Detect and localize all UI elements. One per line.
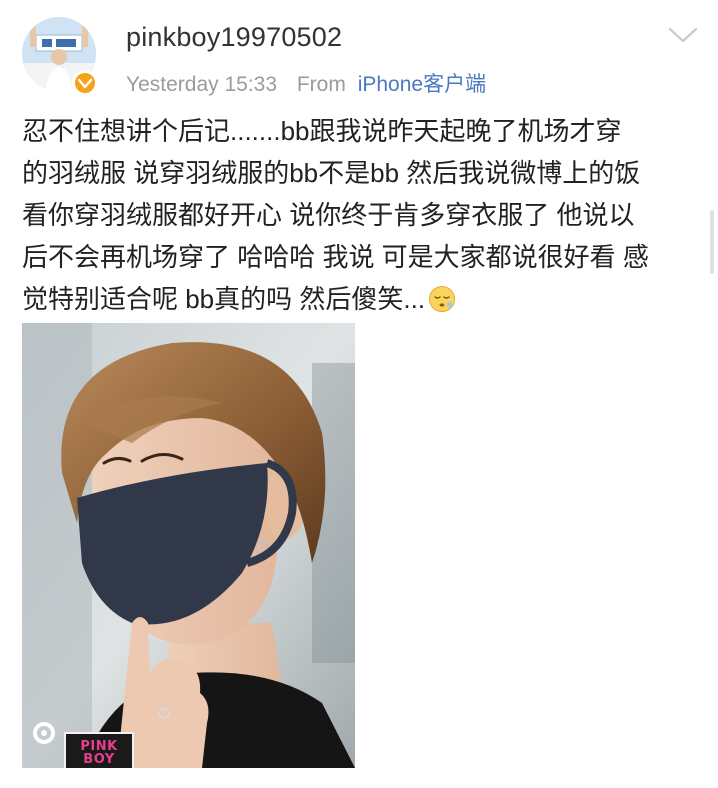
source-from-label: From bbox=[296, 73, 346, 96]
post-text: 忍不住想讲个后记.......bb跟我说昨天起晚了机场才穿 的羽绒服 说穿羽绒服… bbox=[22, 110, 698, 320]
post-text-line-last: 觉特别适合呢 bb真的吗 然后傻笑... bbox=[22, 278, 698, 320]
post-text-line: 觉特别适合呢 bb真的吗 然后傻笑... bbox=[22, 284, 426, 314]
scrollbar[interactable] bbox=[710, 210, 714, 274]
post-meta: Yesterday 15:33 From iPhone客户端 bbox=[126, 68, 486, 98]
verified-badge-icon bbox=[72, 70, 98, 96]
source-link[interactable]: iPhone客户端 bbox=[358, 73, 486, 96]
chevron-down-icon[interactable] bbox=[668, 24, 698, 46]
post-timestamp: Yesterday 15:33 bbox=[126, 73, 278, 96]
watermark-badge: PINK BOY bbox=[64, 732, 134, 768]
post-photo[interactable]: PINK BOY bbox=[22, 323, 355, 768]
post-text-line: 后不会再机场穿了 哈哈哈 我说 可是大家都说很好看 感 bbox=[22, 242, 649, 272]
post-text-line: 看你穿羽绒服都好开心 说你终于肯多穿衣服了 他说以 bbox=[22, 200, 635, 230]
post-header: pinkboy19970502 Yesterday 15:33 From iPh… bbox=[0, 0, 718, 110]
username[interactable]: pinkboy19970502 bbox=[126, 22, 342, 53]
sleepy-face-icon bbox=[428, 283, 456, 312]
post-text-line: 的羽绒服 说穿羽绒服的bb不是bb 然后我说微博上的饭 bbox=[22, 158, 641, 188]
post-text-line: 忍不住想讲个后记.......bb跟我说昨天起晚了机场才穿 bbox=[22, 116, 622, 146]
